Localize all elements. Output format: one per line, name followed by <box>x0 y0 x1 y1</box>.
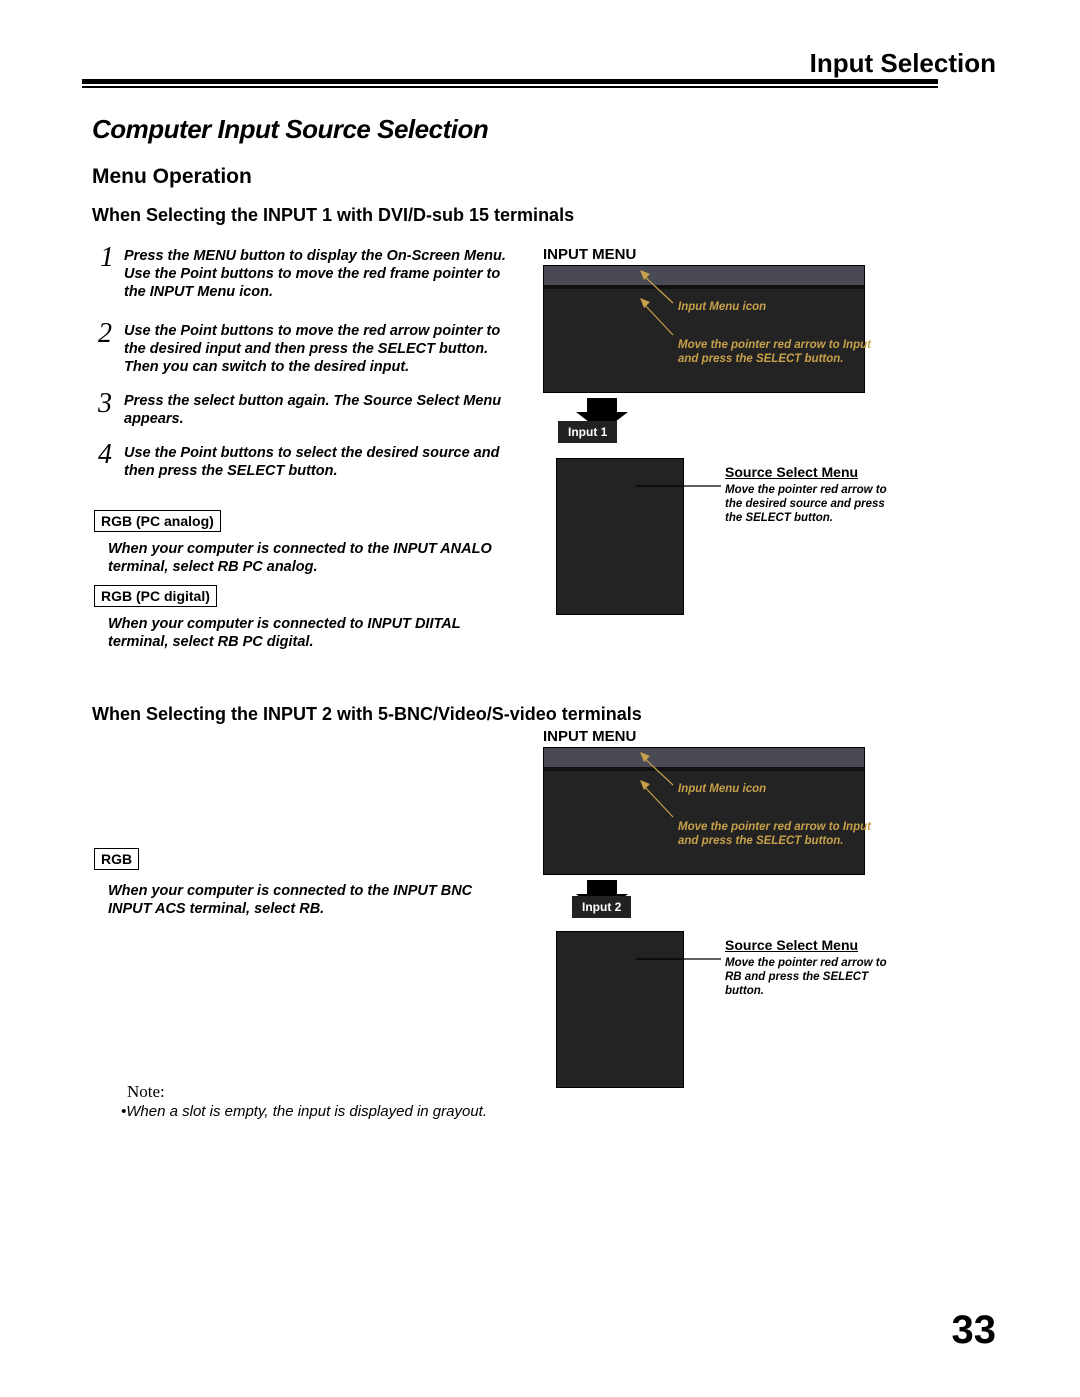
callout-text-input-menu-icon: Input Menu icon <box>678 782 868 796</box>
callout-text-source-select: Move the pointer red arrow to RB and pre… <box>725 956 895 998</box>
step-number: 4 <box>98 439 112 471</box>
note-heading: Note: <box>127 1082 165 1102</box>
step-text: Press the MENU button to display the On-… <box>124 247 519 301</box>
callout-lines <box>543 747 883 887</box>
callout-text-input-menu-icon: Input Menu icon <box>678 300 868 314</box>
step-text: Use the Point buttons to select the desi… <box>124 444 519 480</box>
note-text: •When a slot is empty, the input is disp… <box>121 1103 487 1120</box>
callout-text-move-pointer: Move the pointer red arrow to Input and … <box>678 338 878 366</box>
header-rule-thick <box>82 79 938 84</box>
step-number: 1 <box>100 242 114 274</box>
label-rgb: RGB <box>94 848 139 870</box>
chip-input2: Input 2 <box>572 896 631 918</box>
page-number: 33 <box>952 1308 997 1353</box>
subheading-input2: When Selecting the INPUT 2 with 5-BNC/Vi… <box>92 704 642 725</box>
label-rgb-pc-digital: RGB (PC digital) <box>94 585 217 607</box>
header-section-title: Input Selection <box>810 48 996 79</box>
label-input-menu: INPUT MENU <box>543 246 636 263</box>
label-rgb-pc-analog: RGB (PC analog) <box>94 510 221 532</box>
desc-rgb: When your computer is connected to the I… <box>108 882 503 918</box>
subheading-input1: When Selecting the INPUT 1 with DVI/D-su… <box>92 205 574 226</box>
label-input-menu: INPUT MENU <box>543 728 636 745</box>
heading-menu-operation: Menu Operation <box>92 165 252 189</box>
chip-input1: Input 1 <box>558 421 617 443</box>
step-number: 2 <box>98 318 112 350</box>
callout-lines <box>543 265 883 405</box>
callout-text-move-pointer: Move the pointer red arrow to Input and … <box>678 820 878 848</box>
desc-rgb-pc-digital: When your computer is connected to INPUT… <box>108 615 503 651</box>
desc-rgb-pc-analog: When your computer is connected to the I… <box>108 540 503 576</box>
step-number: 3 <box>98 388 112 420</box>
step-text: Press the select button again. The Sourc… <box>124 392 519 428</box>
callout-text-source-select: Move the pointer red arrow to the desire… <box>725 483 895 525</box>
step-text: Use the Point buttons to move the red ar… <box>124 322 519 376</box>
page-section-title: Computer Input Source Selection <box>92 114 488 145</box>
header-rule-thin <box>82 86 938 88</box>
